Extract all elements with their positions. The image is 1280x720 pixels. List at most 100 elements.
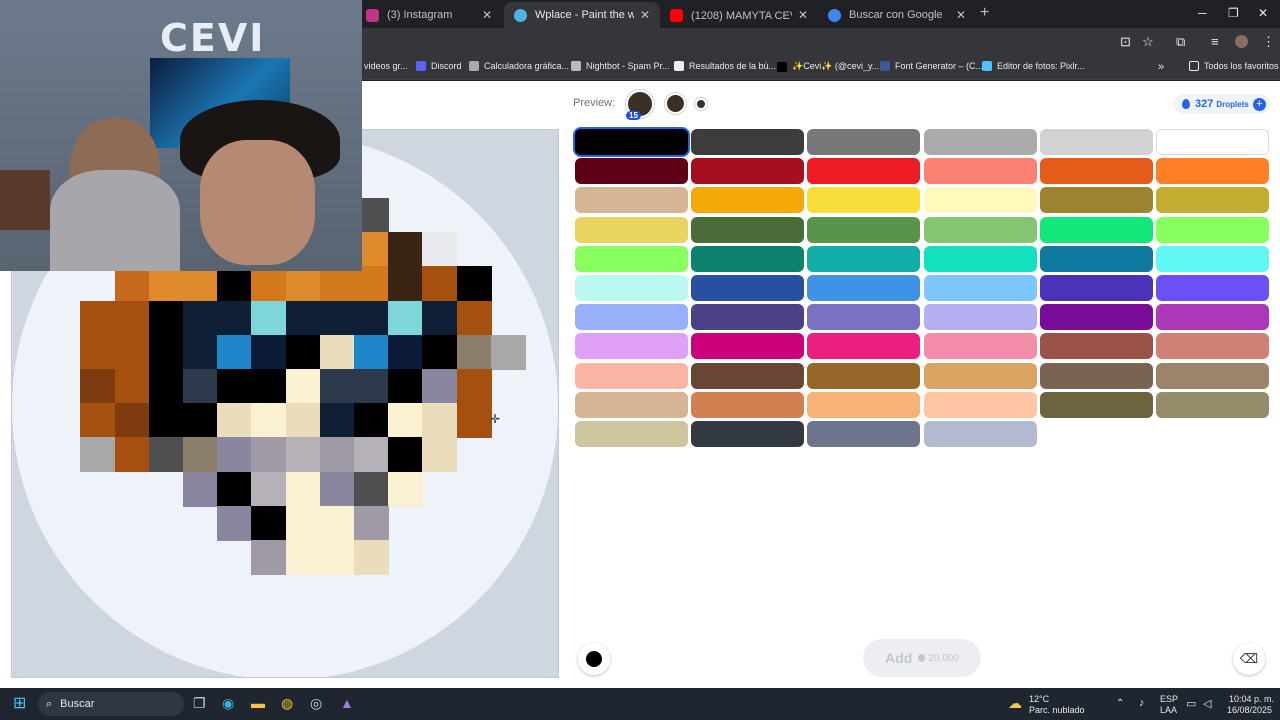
close-icon[interactable]: ✕: [482, 8, 492, 22]
color-swatch[interactable]: [1039, 304, 1153, 331]
color-swatch[interactable]: [1156, 187, 1269, 214]
tab-wplace[interactable]: Wplace - Paint the world ✕: [504, 2, 660, 28]
profile-avatar[interactable]: [1235, 35, 1248, 48]
windows-start-icon[interactable]: ⊞: [13, 693, 26, 713]
color-swatch[interactable]: [691, 245, 805, 272]
language-code[interactable]: ESP: [1160, 694, 1178, 705]
bookmark-item[interactable]: Discord: [416, 61, 462, 71]
keyboard-layout[interactable]: LAA: [1160, 705, 1177, 716]
color-swatch[interactable]: [575, 216, 688, 243]
color-swatch[interactable]: [807, 245, 921, 272]
color-swatch[interactable]: [1156, 362, 1269, 389]
color-swatch[interactable]: [575, 275, 688, 301]
color-swatch[interactable]: [691, 333, 805, 360]
buy-droplets-button[interactable]: +: [1252, 97, 1266, 111]
bookmarks-overflow-button[interactable]: »: [1158, 61, 1164, 73]
install-app-icon[interactable]: ⊡: [1120, 34, 1131, 50]
preview-thumbnail-small[interactable]: [695, 98, 707, 110]
color-swatch[interactable]: [691, 275, 805, 301]
close-window-button[interactable]: ✕: [1258, 6, 1268, 20]
color-swatch[interactable]: [807, 391, 921, 418]
selected-color-button[interactable]: [578, 643, 610, 675]
color-swatch[interactable]: [923, 333, 1037, 360]
color-swatch[interactable]: [807, 362, 921, 389]
media-control-icon[interactable]: ≡: [1211, 34, 1219, 49]
color-swatch[interactable]: [575, 158, 688, 185]
tab-instagram[interactable]: (3) Instagram ✕: [356, 2, 502, 28]
color-swatch[interactable]: [575, 421, 688, 447]
color-swatch[interactable]: [575, 362, 688, 389]
color-swatch[interactable]: [1039, 187, 1153, 214]
obs-icon[interactable]: ◎: [310, 695, 322, 712]
color-swatch[interactable]: [923, 304, 1037, 331]
bookmark-star-icon[interactable]: ☆: [1142, 34, 1154, 50]
color-swatch[interactable]: [575, 304, 688, 331]
color-swatch[interactable]: [1039, 245, 1153, 272]
chevron-up-icon[interactable]: ⌃: [1116, 698, 1124, 709]
bookmark-item[interactable]: ✨Cevi✨ (@cevi_y...: [777, 61, 879, 72]
color-swatch[interactable]: [923, 216, 1037, 243]
tab-youtube[interactable]: (1208) MAMYTA CEVI ❌ PAGI ✕: [660, 2, 818, 28]
color-swatch[interactable]: [923, 391, 1037, 418]
color-swatch[interactable]: [691, 391, 805, 418]
close-icon[interactable]: ✕: [640, 8, 650, 22]
bookmark-item[interactable]: Resultados de la bú...: [674, 61, 776, 71]
color-swatch[interactable]: [691, 158, 805, 185]
color-swatch[interactable]: [807, 158, 921, 185]
color-swatch[interactable]: [807, 187, 921, 214]
color-swatch[interactable]: [691, 304, 805, 331]
color-swatch[interactable]: [923, 421, 1037, 447]
color-swatch[interactable]: [923, 158, 1037, 185]
color-swatch[interactable]: [923, 129, 1037, 155]
bookmark-item[interactable]: Editor de fotos: Pixlr...: [982, 61, 1085, 71]
color-swatch[interactable]: [923, 362, 1037, 389]
color-swatch[interactable]: [691, 216, 805, 243]
color-swatch[interactable]: [575, 333, 688, 360]
clock-time[interactable]: 10:04 p. m.: [1229, 694, 1274, 705]
color-swatch[interactable]: [1039, 275, 1153, 301]
tab-google[interactable]: Buscar con Google ✕: [818, 2, 976, 28]
restore-button[interactable]: ❐: [1228, 6, 1239, 20]
color-swatch[interactable]: [923, 275, 1037, 301]
bookmark-item[interactable]: Calculadora gráfica...: [469, 61, 569, 71]
color-swatch[interactable]: [1039, 333, 1153, 360]
color-swatch[interactable]: [691, 129, 805, 155]
all-bookmarks-button[interactable]: Todos los favoritos: [1189, 61, 1279, 71]
color-swatch[interactable]: [1156, 245, 1269, 272]
color-swatch[interactable]: [1039, 362, 1153, 389]
bookmark-item[interactable]: videos gr...: [364, 61, 408, 71]
chrome-icon[interactable]: ◍: [281, 695, 293, 712]
extensions-icon[interactable]: ⧉: [1176, 34, 1185, 50]
color-swatch[interactable]: [1156, 391, 1269, 418]
edge-icon[interactable]: ◉: [222, 695, 234, 712]
color-swatch[interactable]: [807, 129, 921, 155]
color-swatch[interactable]: [1156, 304, 1269, 331]
color-swatch[interactable]: [691, 187, 805, 214]
close-icon[interactable]: ✕: [956, 8, 966, 22]
color-swatch[interactable]: [575, 129, 688, 155]
color-swatch[interactable]: [575, 187, 688, 214]
color-swatch[interactable]: [807, 275, 921, 301]
new-tab-button[interactable]: +: [980, 4, 989, 22]
microphone-icon[interactable]: ♪: [1139, 697, 1145, 709]
color-swatch[interactable]: [691, 362, 805, 389]
color-swatch[interactable]: [923, 245, 1037, 272]
add-button[interactable]: Add 20,000: [863, 639, 981, 677]
bookmark-item[interactable]: Font Generator – (C...: [880, 61, 983, 71]
color-swatch[interactable]: [1156, 275, 1269, 301]
preview-thumbnail-medium[interactable]: [665, 93, 686, 114]
color-swatch[interactable]: [807, 216, 921, 243]
minimize-button[interactable]: ─: [1198, 6, 1207, 20]
color-swatch[interactable]: [1039, 158, 1153, 185]
menu-kebab-icon[interactable]: ⋮: [1262, 34, 1275, 50]
close-icon[interactable]: ✕: [798, 8, 808, 22]
color-swatch[interactable]: [807, 421, 921, 447]
color-swatch[interactable]: [1039, 129, 1153, 155]
network-icon[interactable]: ▭: [1186, 697, 1196, 710]
color-swatch[interactable]: [1039, 391, 1153, 418]
file-explorer-icon[interactable]: ▬: [251, 695, 265, 711]
color-swatch[interactable]: [1039, 216, 1153, 243]
volume-icon[interactable]: ◁: [1203, 697, 1211, 710]
color-swatch[interactable]: [1156, 158, 1269, 185]
color-swatch[interactable]: [575, 391, 688, 418]
